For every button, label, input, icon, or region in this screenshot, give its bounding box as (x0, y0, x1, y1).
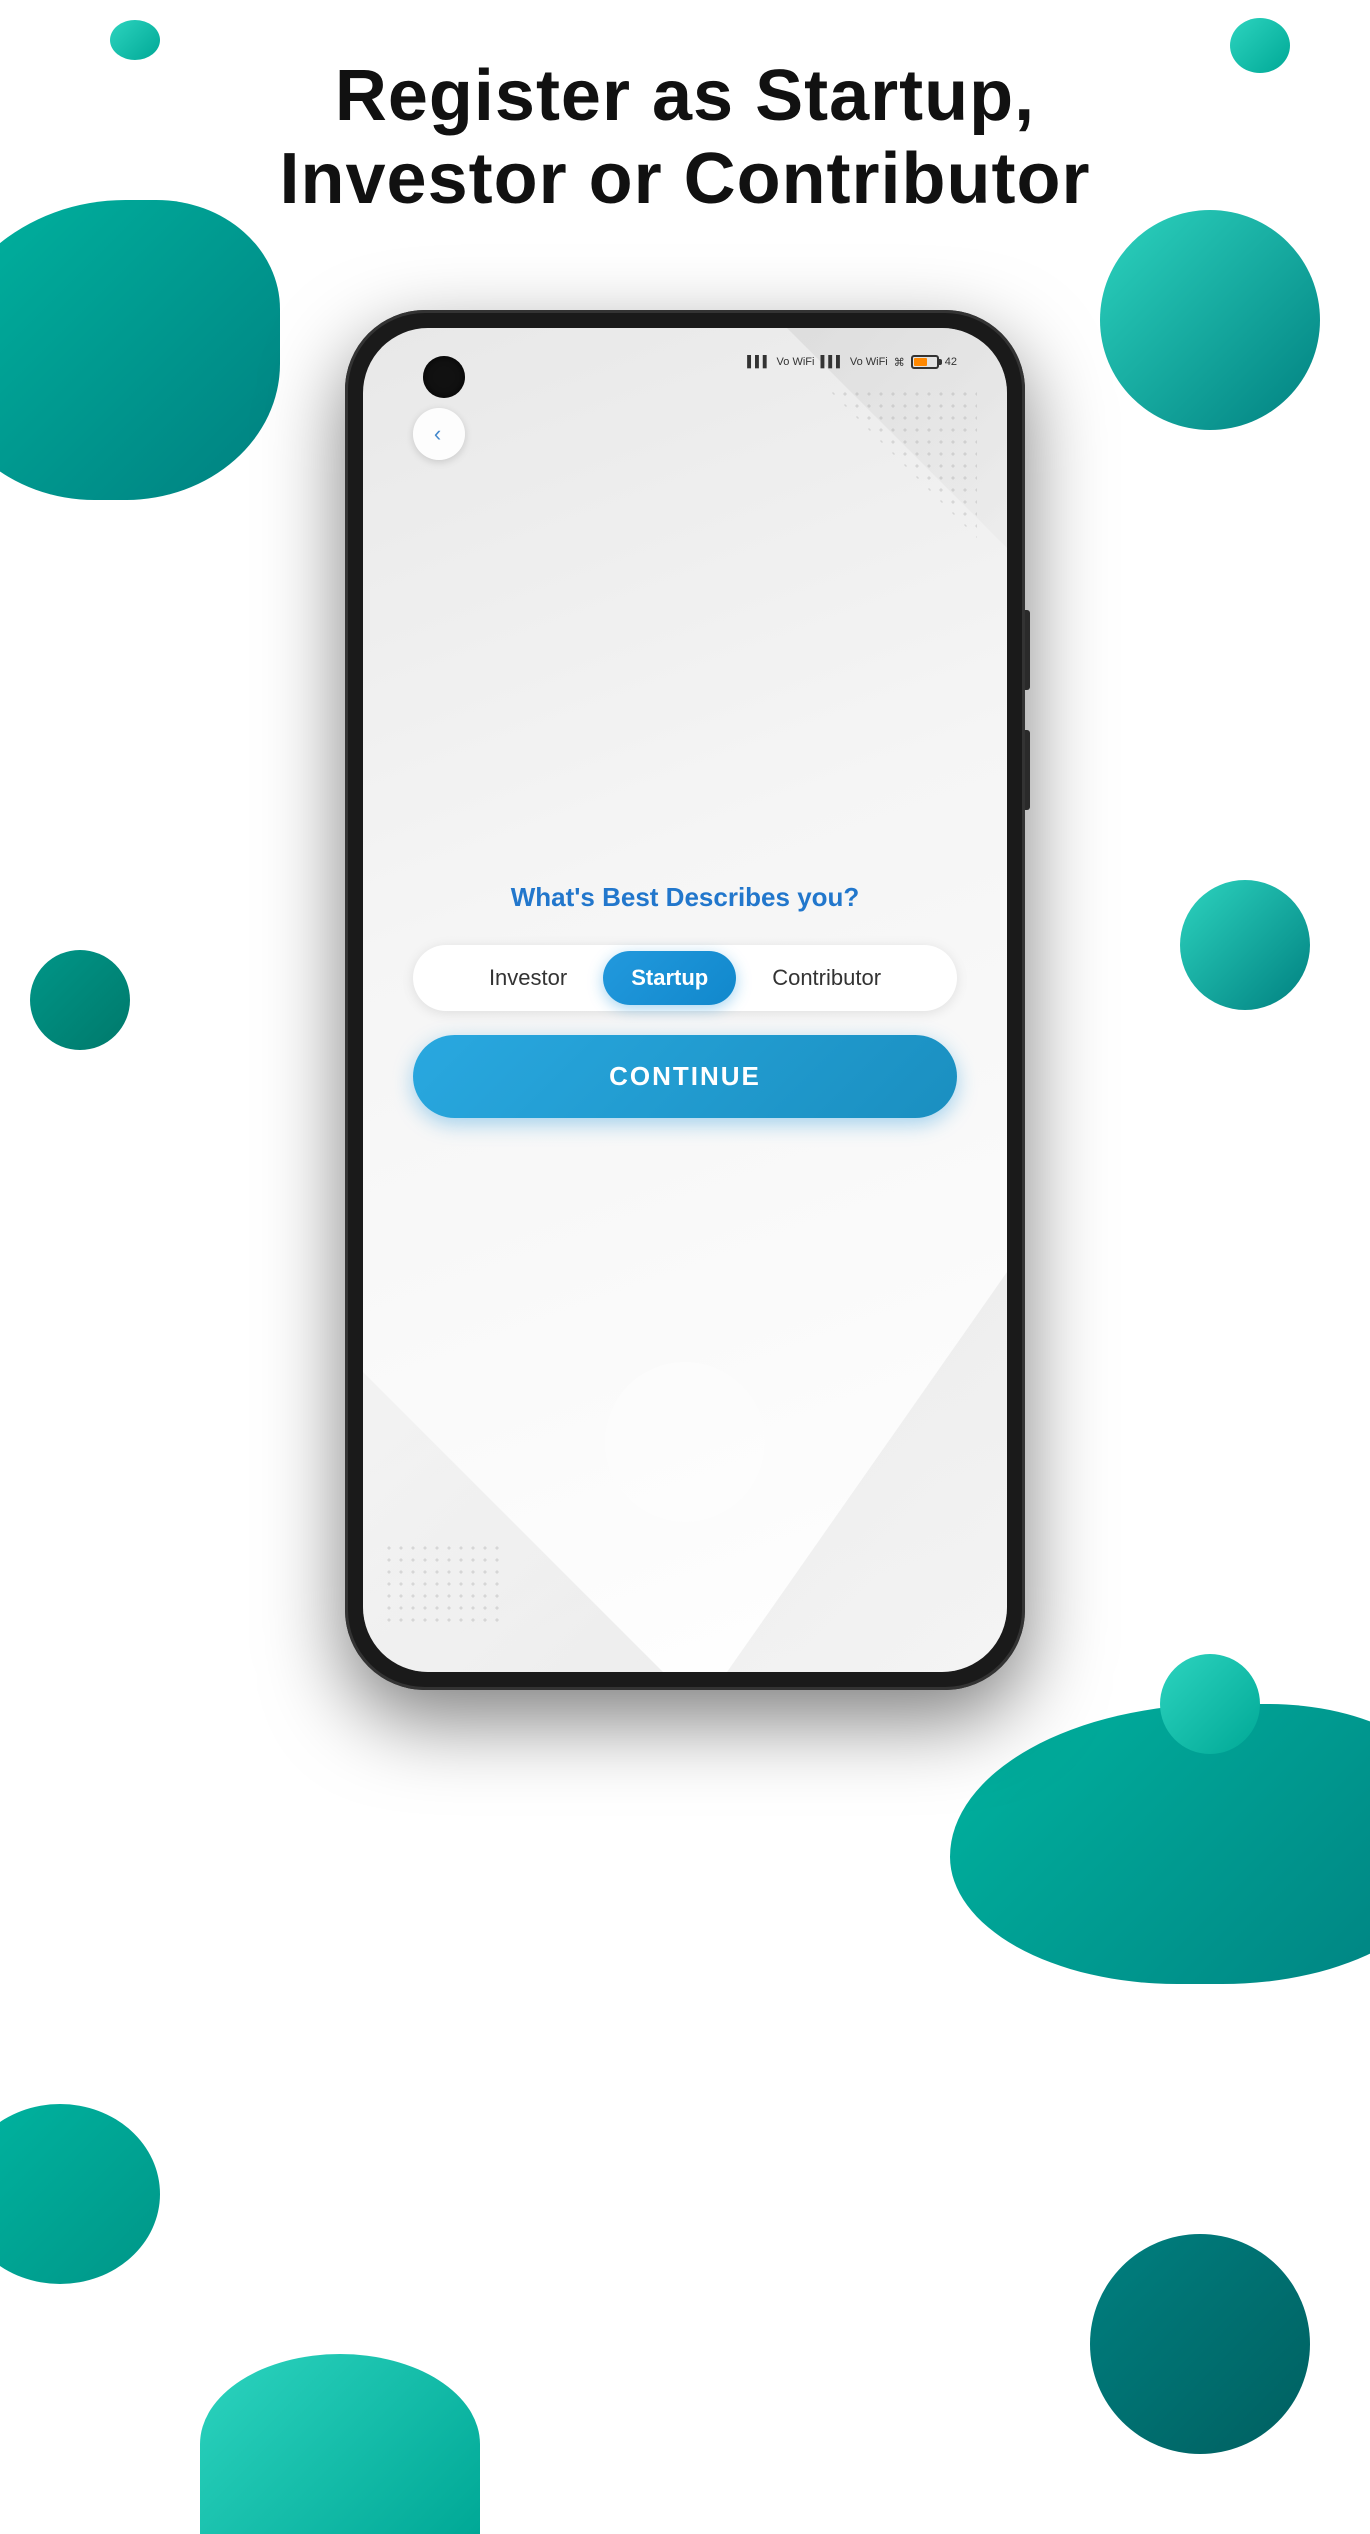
heading-line1: Register as Startup, (40, 55, 1330, 138)
blob-bottom-left (0, 2104, 160, 2284)
battery-fill (914, 358, 927, 366)
heading-line2: Investor or Contributor (40, 138, 1330, 221)
status-icons: ▌▌▌ Vo WiFi ▌▌▌ Vo WiFi ⌘ 42 (747, 355, 957, 369)
blob-top-left-small (110, 20, 160, 60)
blob-mid-left (30, 950, 130, 1050)
blob-green-right-mid (1160, 1654, 1260, 1754)
blob-top-left (0, 200, 280, 500)
question-label: What's Best Describes you? (511, 882, 860, 913)
phone-power-button (1025, 610, 1030, 690)
blob-bottom-right-large (950, 1704, 1370, 1984)
contributor-button[interactable]: Contributor (744, 951, 909, 1005)
startup-button[interactable]: Startup (603, 951, 736, 1005)
investor-button[interactable]: Investor (461, 951, 595, 1005)
phone-volume-button (1025, 730, 1030, 810)
vo-wifi-2-label: Vo WiFi (850, 356, 888, 368)
back-chevron-icon: ‹ (434, 423, 441, 445)
battery-indicator (911, 355, 939, 369)
blob-bottom-right-circle (1090, 2234, 1310, 2454)
phone-outer: ▌▌▌ Vo WiFi ▌▌▌ Vo WiFi ⌘ 42 ‹ What's Be… (345, 310, 1025, 1690)
role-selector: Investor Startup Contributor (413, 945, 957, 1011)
blob-bottom-center (200, 2354, 480, 2534)
blob-circle-right (1100, 210, 1320, 430)
wifi-icon: ⌘ (894, 356, 905, 369)
back-button[interactable]: ‹ (413, 408, 465, 460)
page-heading: Register as Startup, Investor or Contrib… (0, 55, 1370, 221)
battery-label: 42 (945, 356, 957, 368)
signal-2-icon: ▌▌▌ (820, 356, 843, 368)
phone-mockup: ▌▌▌ Vo WiFi ▌▌▌ Vo WiFi ⌘ 42 ‹ What's Be… (345, 310, 1025, 1690)
screen-content: What's Best Describes you? Investor Star… (363, 328, 1007, 1672)
vo-wifi-1-label: Vo WiFi (777, 356, 815, 368)
phone-screen: ▌▌▌ Vo WiFi ▌▌▌ Vo WiFi ⌘ 42 ‹ What's Be… (363, 328, 1007, 1672)
camera-hole (423, 356, 465, 398)
blob-mid-right (1180, 880, 1310, 1010)
signal-1-icon: ▌▌▌ (747, 356, 770, 368)
continue-button[interactable]: CONTINUE (413, 1035, 957, 1118)
